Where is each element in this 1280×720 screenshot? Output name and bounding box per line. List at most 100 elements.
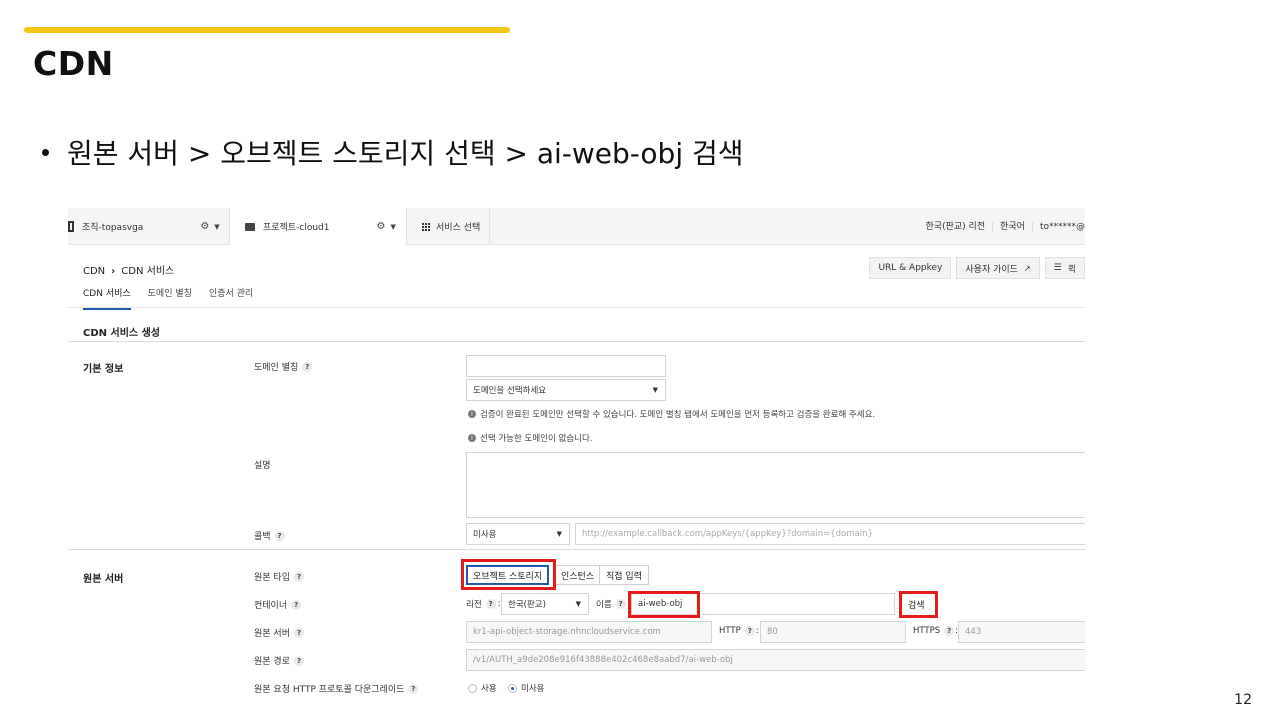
domain-note-2-text: 선택 가능한 도메인이 없습니다.: [480, 434, 593, 444]
region-select[interactable]: 한국(판교) ▼: [501, 593, 589, 615]
grid-icon: [422, 222, 430, 231]
console-screenshot: 조직-topasvga ⚙ ▼ 프로젝트-cloud1 ⚙ ▼ 서비스 선택 한…: [68, 208, 1085, 708]
callback-label-text: 콜백: [254, 532, 271, 542]
https-label: HTTPS?:: [913, 626, 959, 636]
description-textarea[interactable]: [466, 452, 1085, 518]
chevron-down-icon: ▼: [575, 600, 581, 608]
http-label-text: HTTP: [719, 626, 741, 636]
domain-note-1: ! 검증이 완료된 도메인만 선택할 수 있습니다. 도메인 별칭 탭에서 도메인…: [468, 408, 875, 420]
chevron-right-icon: ›: [111, 266, 116, 277]
org-selector[interactable]: 조직-topasvga ⚙ ▼: [68, 208, 228, 245]
slide-title: CDN: [33, 44, 114, 83]
domain-select[interactable]: 도메인을 선택하세요 ▼: [466, 379, 666, 401]
region-label: 리전?:: [466, 599, 501, 610]
title-accent-bar: [24, 27, 510, 33]
region-selector[interactable]: 한국(판교) 리전: [919, 222, 993, 232]
downgrade-radio-unused[interactable]: 미사용: [508, 682, 544, 694]
org-name: 조직-topasvga: [82, 223, 144, 233]
downgrade-radio-use[interactable]: 사용: [468, 682, 497, 694]
highlight-box-object-storage: [461, 559, 556, 590]
region-label-text: 리전: [466, 600, 482, 610]
https-label-text: HTTPS: [913, 626, 941, 636]
help-icon[interactable]: ?: [615, 599, 626, 609]
radio-use-label: 사용: [481, 684, 497, 694]
domain-alias-label-text: 도메인 별칭: [254, 363, 299, 373]
callback-url-input[interactable]: http://example.callback.com/appKeys/{app…: [575, 523, 1085, 545]
help-icon[interactable]: ?: [302, 361, 313, 372]
help-icon[interactable]: ?: [293, 627, 304, 638]
help-icon[interactable]: ?: [291, 599, 302, 610]
help-icon[interactable]: ?: [293, 571, 304, 582]
origin-server-label-text: 원본 서버: [254, 629, 290, 639]
project-selector[interactable]: 프로젝트-cloud1 ⚙ ▼: [229, 208, 407, 245]
gear-icon[interactable]: ⚙: [200, 221, 209, 232]
http-port-input: 80: [760, 621, 906, 643]
service-select-button[interactable]: 서비스 선택: [408, 208, 490, 245]
region-select-value: 한국(판교): [508, 600, 546, 610]
help-icon[interactable]: ?: [944, 626, 955, 636]
help-icon[interactable]: ?: [408, 683, 419, 694]
section-title: CDN 서비스 생성: [83, 328, 160, 339]
callback-select[interactable]: 미사용 ▼: [466, 523, 570, 545]
highlight-box-name: [628, 591, 700, 618]
domain-note-1-text: 검증이 완료된 도메인만 선택할 수 있습니다. 도메인 별칭 탭에서 도메인을…: [480, 410, 876, 420]
info-icon: !: [468, 410, 476, 418]
quick-menu-button[interactable]: ☰ 퀵: [1044, 257, 1085, 279]
bullet-dot-icon: [42, 148, 49, 156]
bullet-text: 원본 서버 > 오브젝트 스토리지 선택 > ai-web-obj 검색: [67, 137, 744, 170]
origin-type-label-text: 원본 타입: [254, 573, 290, 583]
radio-unused-label: 미사용: [521, 684, 545, 694]
help-icon[interactable]: ?: [485, 599, 496, 609]
container-label: 컨테이너?: [254, 598, 302, 611]
chevron-down-icon: ▼: [556, 530, 562, 538]
external-link-icon: ↗: [1023, 263, 1031, 273]
highlight-box-search: [899, 591, 938, 618]
info-icon: !: [468, 434, 476, 442]
url-appkey-button[interactable]: URL & Appkey: [869, 257, 952, 279]
origin-server-input: kr1-api-object-storage.nhncloudservice.c…: [466, 621, 712, 643]
section-divider: [68, 341, 1085, 342]
callback-select-value: 미사용: [473, 530, 497, 540]
user-menu[interactable]: to******@: [1031, 221, 1085, 232]
origin-path-input: /v1/AUTH_a9de208e916f43888e402c468e8aabd…: [466, 649, 1085, 671]
project-name: 프로젝트-cloud1: [263, 223, 330, 233]
basic-info-group-label: 기본 정보: [83, 364, 124, 375]
topbar-right: 한국(판교) 리전 한국어 to******@: [919, 208, 1085, 245]
chevron-down-icon: ▼: [652, 386, 658, 394]
menu-icon: ☰: [1053, 263, 1062, 273]
tab-divider: [68, 307, 1085, 308]
user-guide-button[interactable]: 사용자 가이드 ↗: [956, 257, 1040, 279]
chevron-down-icon[interactable]: ▼: [214, 223, 219, 231]
page-number: 12: [1234, 692, 1252, 708]
http-label: HTTP?:: [719, 626, 759, 636]
downgrade-label: 원본 요청 HTTP 프로토콜 다운그레이드?: [254, 682, 419, 695]
chevron-down-icon[interactable]: ▼: [390, 223, 395, 231]
origin-type-direct-button[interactable]: 직접 입력: [599, 565, 649, 585]
section-divider: [68, 549, 1085, 550]
downgrade-label-text: 원본 요청 HTTP 프로토콜 다운그레이드: [254, 685, 405, 695]
user-guide-label: 사용자 가이드: [965, 264, 1018, 275]
name-label: 이름?: [596, 598, 626, 610]
container-label-text: 컨테이너: [254, 601, 288, 611]
origin-group-label: 원본 서버: [83, 574, 124, 585]
help-icon[interactable]: ?: [744, 626, 755, 636]
radio-checked-icon: [508, 683, 517, 693]
name-label-text: 이름: [596, 600, 612, 610]
help-icon[interactable]: ?: [293, 655, 304, 666]
language-selector[interactable]: 한국어: [992, 221, 1032, 232]
quick-menu-label: 퀵: [1067, 264, 1076, 275]
breadcrumb: CDN › CDN 서비스: [83, 262, 174, 277]
origin-type-instance-button[interactable]: 인스턴스: [554, 565, 602, 585]
origin-server-label: 원본 서버?: [254, 626, 304, 639]
top-buttons: URL & Appkey 사용자 가이드 ↗ ☰ 퀵: [869, 257, 1085, 279]
breadcrumb-root[interactable]: CDN: [83, 266, 105, 277]
org-icon: [68, 221, 74, 232]
gear-icon[interactable]: ⚙: [376, 221, 385, 232]
console-topbar: 조직-topasvga ⚙ ▼ 프로젝트-cloud1 ⚙ ▼ 서비스 선택 한…: [68, 208, 1085, 245]
origin-path-label: 원본 경로?: [254, 654, 304, 667]
description-label: 설명: [254, 461, 271, 471]
callback-label: 콜백?: [254, 529, 285, 542]
help-icon[interactable]: ?: [274, 530, 285, 541]
domain-select-value: 도메인을 선택하세요: [473, 386, 547, 396]
domain-alias-input[interactable]: [466, 355, 666, 377]
